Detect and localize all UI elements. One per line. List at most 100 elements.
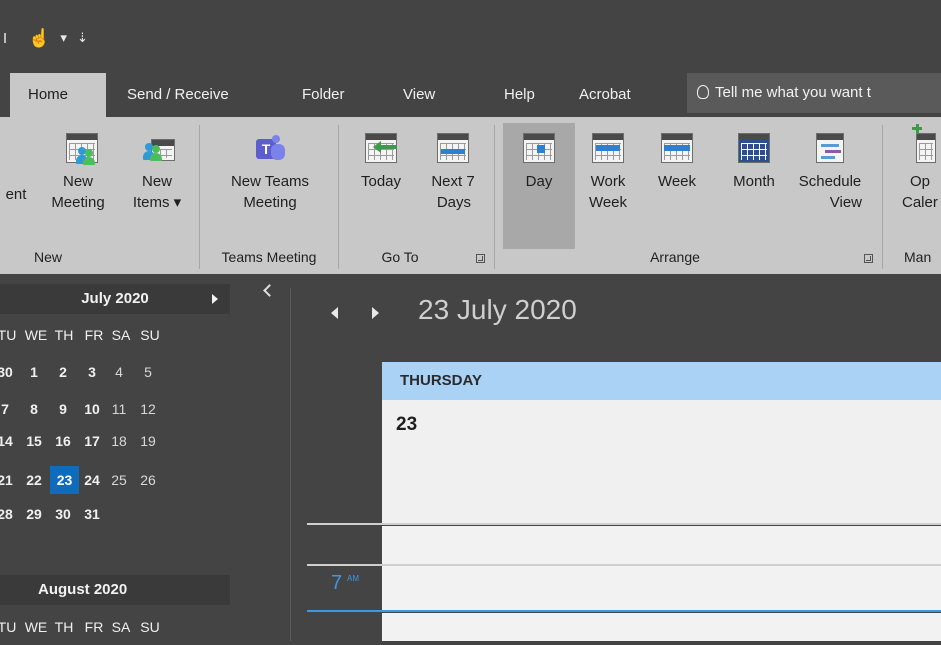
- date-cell[interactable]: 8: [21, 395, 47, 423]
- new-items-icon: [141, 133, 175, 163]
- time-slot[interactable]: [382, 613, 941, 641]
- tab-send-receive[interactable]: Send / Receive: [127, 73, 229, 117]
- date-cell[interactable]: 30: [0, 358, 18, 386]
- tell-me-search[interactable]: Tell me what you want t: [687, 73, 941, 113]
- date-cell[interactable]: 26: [135, 466, 161, 494]
- open-calendar-label-2: Caler: [902, 194, 938, 211]
- tab-acrobat[interactable]: Acrobat: [579, 73, 631, 117]
- date-cell[interactable]: 4: [106, 358, 132, 386]
- date-cell[interactable]: 29: [21, 500, 47, 528]
- month-header-august: August 2020: [0, 575, 230, 605]
- weekday-label: SA: [111, 327, 131, 343]
- teams-icon: T: [254, 133, 286, 163]
- new-teams-meeting-button[interactable]: T New Teams Meeting: [208, 123, 332, 249]
- week-row: 21 22 23 24 25 26: [0, 466, 230, 494]
- day-column-header[interactable]: THURSDAY: [382, 362, 941, 400]
- open-calendar-label-1: Op: [910, 173, 931, 190]
- time-slot[interactable]: [382, 526, 941, 564]
- new-items-label-2: Items ▾: [132, 194, 182, 211]
- today-button[interactable]: Today: [349, 123, 413, 249]
- weekday-label: FR: [84, 327, 104, 343]
- day-view-button[interactable]: Day: [503, 123, 575, 249]
- date-cell[interactable]: 19: [135, 427, 161, 455]
- date-cell[interactable]: 18: [106, 427, 132, 455]
- all-day-area[interactable]: [382, 400, 941, 524]
- work-week-view-button[interactable]: Work Week: [580, 123, 636, 249]
- month-title: July 2020: [81, 290, 149, 307]
- quick-access-toolbar: ☝ ▾ ⇣: [0, 24, 98, 52]
- open-calendar-button[interactable]: Op Caler: [896, 123, 941, 249]
- date-cell[interactable]: 2: [50, 358, 76, 386]
- new-appointment-button[interactable]: ent: [0, 123, 32, 249]
- week-view-button[interactable]: Week: [649, 123, 705, 249]
- next-7-days-button[interactable]: Next 7 Days: [419, 123, 487, 249]
- date-cell[interactable]: 28: [0, 500, 18, 528]
- week-view-icon: [661, 133, 693, 163]
- arrange-dialog-launcher-icon[interactable]: [864, 254, 873, 263]
- previous-day-icon[interactable]: [331, 307, 338, 319]
- schedule-view-label-2: View: [829, 194, 862, 211]
- date-cell[interactable]: 7: [0, 395, 18, 423]
- schedule-view-button[interactable]: Schedule View: [790, 123, 870, 249]
- next-month-icon[interactable]: [212, 294, 218, 304]
- week-row: 30 1 2 3 4 5: [0, 358, 230, 386]
- date-cell[interactable]: 22: [21, 466, 47, 494]
- date-cell[interactable]: 10: [79, 395, 105, 423]
- date-cell-today[interactable]: 23: [50, 466, 79, 494]
- qat-overflow-icon[interactable]: [0, 33, 6, 43]
- next-7-days-label-1: Next 7: [431, 173, 475, 190]
- next-day-icon[interactable]: [372, 307, 379, 319]
- group-separator: [882, 125, 883, 269]
- group-label-new: New: [33, 249, 62, 265]
- tell-me-text: Tell me what you want t: [715, 84, 871, 101]
- date-cell[interactable]: 25: [106, 466, 132, 494]
- tab-folder[interactable]: Folder: [302, 73, 345, 117]
- group-separator: [494, 125, 495, 269]
- date-cell[interactable]: 11: [106, 395, 132, 423]
- schedule-view-icon: [814, 133, 846, 163]
- new-items-button[interactable]: New Items ▾: [124, 123, 190, 249]
- date-cell[interactable]: 9: [50, 395, 76, 423]
- date-cell[interactable]: 15: [21, 427, 47, 455]
- tab-home[interactable]: Home: [10, 73, 106, 117]
- tab-help[interactable]: Help: [504, 73, 535, 117]
- date-cell[interactable]: 24: [79, 466, 105, 494]
- weekday-header-row: TU WE TH FR SA SU: [0, 327, 230, 353]
- week-row: 14 15 16 17 18 19: [0, 427, 230, 455]
- touch-mode-icon[interactable]: ☝: [28, 28, 50, 49]
- customize-qat-icon[interactable]: ⇣: [77, 30, 88, 46]
- date-cell[interactable]: 1: [21, 358, 47, 386]
- date-cell[interactable]: 16: [50, 427, 76, 455]
- date-cell[interactable]: 31: [79, 500, 105, 528]
- date-cell[interactable]: 21: [0, 466, 18, 494]
- lightbulb-icon: [697, 85, 709, 99]
- tab-view[interactable]: View: [403, 73, 435, 117]
- weekday-label: SU: [140, 619, 160, 635]
- date-cell[interactable]: 17: [79, 427, 105, 455]
- work-week-icon: [592, 133, 624, 163]
- weekday-label: WE: [24, 327, 48, 343]
- date-cell[interactable]: 30: [50, 500, 76, 528]
- week-row: 7 8 9 10 11 12: [0, 395, 230, 423]
- collapse-pane-icon[interactable]: [262, 284, 274, 296]
- go-to-dialog-launcher-icon[interactable]: [476, 254, 485, 263]
- weekday-label: SU: [140, 327, 160, 343]
- schedule-view-label-1: Schedule: [798, 173, 862, 190]
- month-view-button[interactable]: Month: [720, 123, 788, 249]
- week-row: 28 29 30 31: [0, 500, 230, 528]
- time-slot[interactable]: [382, 566, 941, 611]
- hour-ampm-label: AM: [347, 574, 359, 583]
- date-navigator: July 2020 TU WE TH FR SA SU 30 1 2 3 4 5…: [0, 274, 290, 641]
- hour-label: 7: [331, 572, 343, 594]
- new-meeting-button[interactable]: New Meeting: [33, 123, 123, 249]
- week-view-label: Week: [657, 173, 697, 190]
- new-appointment-label: ent: [5, 186, 27, 203]
- calendar-date-title: 23 July 2020: [418, 294, 577, 325]
- date-cell[interactable]: 3: [79, 358, 105, 386]
- date-cell[interactable]: 14: [0, 427, 18, 455]
- touch-mode-dropdown-icon[interactable]: ▾: [60, 30, 67, 46]
- date-cell[interactable]: 5: [135, 358, 161, 386]
- date-cell[interactable]: 12: [135, 395, 161, 423]
- hour-divider: [307, 523, 941, 525]
- new-teams-meeting-label-2: Meeting: [243, 194, 297, 211]
